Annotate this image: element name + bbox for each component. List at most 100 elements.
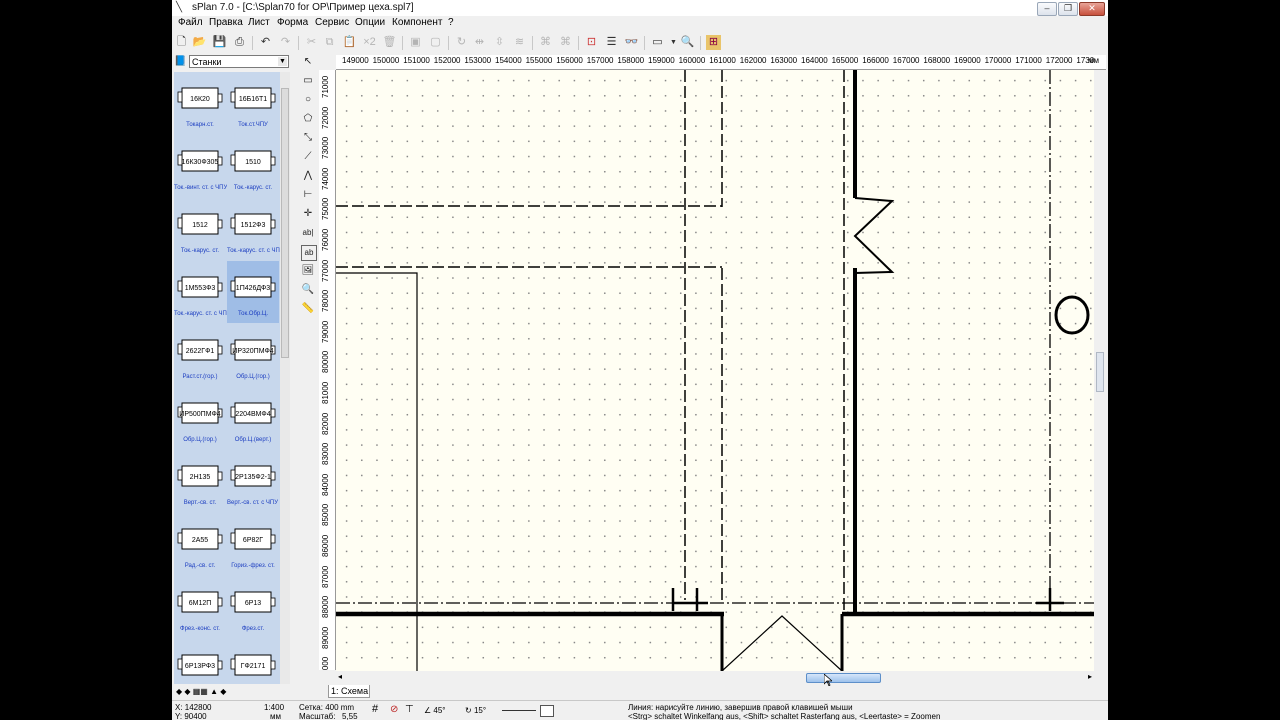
menu-form[interactable]: Форма [277,17,308,28]
measure-icon[interactable]: 📏 [301,302,315,316]
library-item[interactable]: 1М553Ф3 Ток.-карус. ст. с ЧПУ [174,261,231,323]
rotate-icon[interactable]: ↻ [454,35,469,50]
new-file-icon[interactable]: 🗋 [174,35,189,50]
fill-color-swatch[interactable] [540,705,554,717]
save-icon[interactable]: 💾 [212,35,227,50]
chevron-down-icon[interactable]: ▼ [278,57,287,66]
library-item[interactable]: 2А55 Рад.-св. ст. [174,513,226,575]
magnet-icon[interactable]: ⊘ [390,705,398,715]
library-item[interactable]: 1512Ф3 Ток.-карус. ст. с ЧПУ [227,198,280,260]
library-item[interactable]: 6М12П Фрез.-конс. ст. [174,576,226,638]
library-item[interactable]: 2Н135 Верт.-св. ст. [174,450,226,512]
textbox-icon[interactable]: ab [301,245,317,261]
line-icon[interactable]: ⟋ [301,150,315,164]
menu-options[interactable]: Опции [355,17,385,28]
column-marker[interactable] [671,588,1064,611]
menu-sheet[interactable]: Лист [248,17,270,28]
library-item[interactable]: 2204ВМФ4 Обр.Ц.(верт.) [227,387,279,449]
menu-service[interactable]: Сервис [315,17,349,28]
delete-icon[interactable]: 🗑 [382,35,397,50]
library-item[interactable]: 6Р13 Фрез.ст. [227,576,279,638]
library-item[interactable]: 2Р135Ф2-1 Верт.-св. ст. с ЧПУ гор. [227,450,280,512]
properties-icon[interactable]: ☰ [604,35,619,50]
ungroup-icon[interactable]: ⌘ [558,35,573,50]
door-opening[interactable] [721,615,843,671]
rectangle-icon[interactable]: ▭ [301,74,315,88]
ortho-icon[interactable]: ⊤ [405,705,414,715]
binoculars-icon[interactable]: 👓 [624,35,639,50]
ruler-tick-label: 170000 [984,56,1012,65]
page-format-icon[interactable]: ▭ [650,35,665,50]
close-button[interactable]: ✕ [1079,2,1105,16]
drawing-canvas[interactable] [336,70,1094,671]
polygon-icon[interactable]: ⬠ [301,112,315,126]
library-item[interactable]: 1510 Ток.-карус. ст. [227,135,279,197]
cut-icon[interactable]: ✂ [304,35,319,50]
group-icon[interactable]: ⌘ [538,35,553,50]
duplicate-icon[interactable]: ×2 [362,35,377,50]
tab-sheet-1[interactable]: 1: Схема [328,685,370,698]
canvas-vertical-scrollbar[interactable] [1094,70,1106,671]
library-item[interactable]: ИР320ПМФ4 Обр.Ц.(гор.) [227,324,279,386]
angle-snap-2[interactable]: ↻ 15° [465,706,486,715]
scroll-right-icon[interactable]: ▸ [1088,672,1092,681]
print-icon[interactable]: ⎙ [232,35,247,50]
to-front-icon[interactable]: ▣ [408,35,423,50]
grid-size[interactable]: Сетка: 400 mm [299,703,354,712]
node-icon[interactable]: ✛ [301,207,315,221]
library-item[interactable]: 1512 Ток.-карус. ст. [174,198,226,260]
library-item[interactable]: 16К20 Токарн.ст. [174,72,226,134]
gallery-scroll-thumb[interactable] [281,88,289,358]
dimension-icon[interactable]: ⊢ [301,188,315,202]
angle-snap-1[interactable]: ∠ 45° [424,706,446,715]
library-book-icon[interactable]: 📘 [174,56,186,67]
ellipse-icon[interactable]: ○ [301,93,315,107]
paste-icon[interactable]: 📋 [342,35,357,50]
open-folder-icon[interactable]: 📂 [192,35,207,50]
grid-icon[interactable]: # [372,704,378,715]
canvas-horizontal-scrollbar[interactable]: ◂ ▸ [336,672,1094,684]
gallery-footer[interactable]: ◆ ◆ ▦▦ ▲ ◆ [172,686,292,698]
solid-wall-line[interactable] [336,272,418,671]
library-item[interactable]: ГФ2171 [227,639,279,684]
undo-icon[interactable]: ↶ [258,35,273,50]
library-item[interactable]: 16К30Ф305 Ток.-винт. ст. с ЧПУ [174,135,227,197]
copy-icon[interactable]: ⧉ [322,35,337,50]
wall-break-symbol[interactable] [853,197,895,274]
library-item[interactable]: 6Р13РФ3 [174,639,226,684]
library-item[interactable]: ИР500ПМФ4 Обр.Ц.(гор.) [174,387,226,449]
line-style-preview[interactable] [502,710,536,711]
vscroll-thumb[interactable] [1096,352,1104,392]
library-item[interactable]: 1П426ДФ3 Ток.Обр.Ц. [227,261,279,323]
menu-help[interactable]: ? [448,17,454,28]
snap-icon[interactable]: ⊡ [584,35,599,50]
align-icon[interactable]: ≋ [512,35,527,50]
to-back-icon[interactable]: ▢ [428,35,443,50]
gallery-scrollbar[interactable] [280,72,290,684]
text-icon[interactable]: ab| [301,226,315,240]
menu-file[interactable]: Файл [178,17,203,28]
pointer-icon[interactable]: ↖ [301,55,315,69]
image-icon[interactable]: 🖼 [301,264,315,278]
bezier-icon[interactable]: ⤡ [301,131,315,145]
magnifier-icon[interactable]: 🔍 [301,283,315,297]
restore-button[interactable]: ❐ [1058,2,1078,16]
polyline-icon[interactable]: ⋀ [301,169,315,183]
mirror-v-icon[interactable]: ⇳ [492,35,507,50]
library-item[interactable]: 2622ГФ1 Раст.ст.(гор.) [174,324,226,386]
zoom-icon[interactable]: 🔍 [680,35,695,50]
chevron-down-icon[interactable]: ▼ [666,35,681,50]
hscroll-thumb[interactable] [806,673,881,683]
axis-bubble[interactable] [1054,295,1090,335]
gallery-nav-icons[interactable]: ◆ ◆ ▦▦ ▲ ◆ [176,687,226,696]
library-item[interactable]: 16Б16Т1 Ток.ст.ЧПУ [227,72,279,134]
component-icon[interactable]: ⊞ [706,35,721,50]
minimize-button[interactable]: – [1037,2,1057,16]
library-item[interactable]: 6Р82Г Гориз.-фрез. ст. [227,513,279,575]
menu-edit[interactable]: Правка [209,17,243,28]
scroll-left-icon[interactable]: ◂ [338,672,342,681]
redo-icon[interactable]: ↷ [278,35,293,50]
menu-component[interactable]: Компонент [392,17,442,28]
mirror-h-icon[interactable]: ⇹ [472,35,487,50]
library-select[interactable]: Станки ▼ [189,55,289,68]
